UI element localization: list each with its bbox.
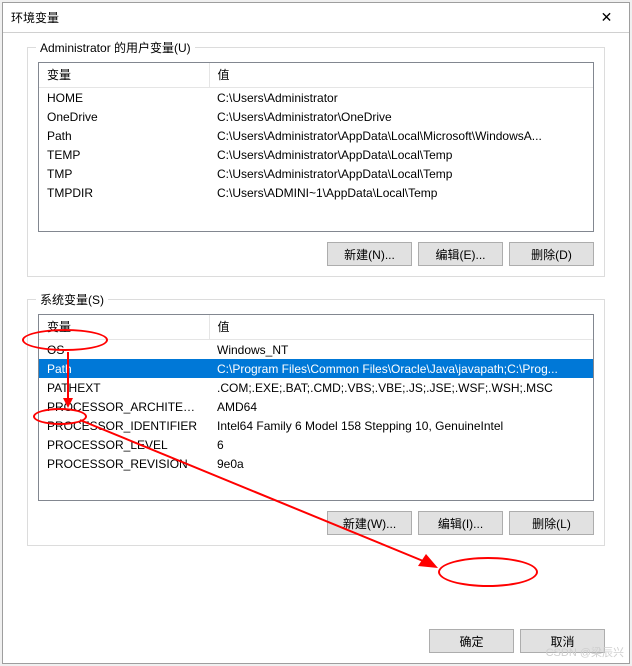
table-row[interactable]: HOMEC:\Users\Administrator (39, 88, 593, 108)
sys-new-button[interactable]: 新建(W)... (327, 511, 412, 535)
user-col-variable[interactable]: 变量 (39, 63, 209, 88)
titlebar: 环境变量 ✕ (3, 3, 629, 33)
close-icon: ✕ (601, 9, 613, 26)
user-new-button[interactable]: 新建(N)... (327, 242, 412, 266)
user-edit-button[interactable]: 编辑(E)... (418, 242, 503, 266)
close-button[interactable]: ✕ (584, 3, 629, 33)
table-row[interactable]: PROCESSOR_IDENTIFIERIntel64 Family 6 Mod… (39, 416, 593, 435)
table-row[interactable]: PROCESSOR_ARCHITECT...AMD64 (39, 397, 593, 416)
sys-col-value[interactable]: 值 (209, 315, 593, 340)
table-row[interactable]: PathC:\Users\Administrator\AppData\Local… (39, 126, 593, 145)
system-vars-group: 系统变量(S) 变量 值 OSWindows_NT PathC:\Program… (27, 299, 605, 546)
ok-button[interactable]: 确定 (429, 629, 514, 653)
user-vars-legend: Administrator 的用户变量(U) (36, 39, 195, 56)
sys-col-variable[interactable]: 变量 (39, 315, 209, 340)
table-row[interactable]: OSWindows_NT (39, 340, 593, 360)
table-row[interactable]: TMPC:\Users\Administrator\AppData\Local\… (39, 164, 593, 183)
user-vars-group: Administrator 的用户变量(U) 变量 值 HOMEC:\Users… (27, 47, 605, 277)
table-row[interactable]: OneDriveC:\Users\Administrator\OneDrive (39, 107, 593, 126)
table-row[interactable]: TEMPC:\Users\Administrator\AppData\Local… (39, 145, 593, 164)
table-row[interactable]: PathC:\Program Files\Common Files\Oracle… (39, 359, 593, 378)
dialog-footer: 确定 取消 (3, 623, 629, 663)
user-col-value[interactable]: 值 (209, 63, 593, 88)
user-delete-button[interactable]: 删除(D) (509, 242, 594, 266)
content-area: Administrator 的用户变量(U) 变量 值 HOMEC:\Users… (3, 33, 629, 623)
watermark: CSDN @梁辰兴 (546, 644, 624, 660)
table-row[interactable]: PATHEXT.COM;.EXE;.BAT;.CMD;.VBS;.VBE;.JS… (39, 378, 593, 397)
system-vars-table[interactable]: 变量 值 OSWindows_NT PathC:\Program Files\C… (38, 314, 594, 501)
system-vars-legend: 系统变量(S) (36, 291, 108, 308)
env-vars-dialog: 环境变量 ✕ Administrator 的用户变量(U) 变量 值 (2, 2, 630, 664)
table-row[interactable]: PROCESSOR_LEVEL6 (39, 435, 593, 454)
user-vars-table[interactable]: 变量 值 HOMEC:\Users\Administrator OneDrive… (38, 62, 594, 232)
window-title: 环境变量 (11, 9, 59, 26)
table-row[interactable]: TMPDIRC:\Users\ADMINI~1\AppData\Local\Te… (39, 183, 593, 202)
sys-edit-button[interactable]: 编辑(I)... (418, 511, 503, 535)
table-row[interactable]: PROCESSOR_REVISION9e0a (39, 454, 593, 473)
sys-delete-button[interactable]: 删除(L) (509, 511, 594, 535)
